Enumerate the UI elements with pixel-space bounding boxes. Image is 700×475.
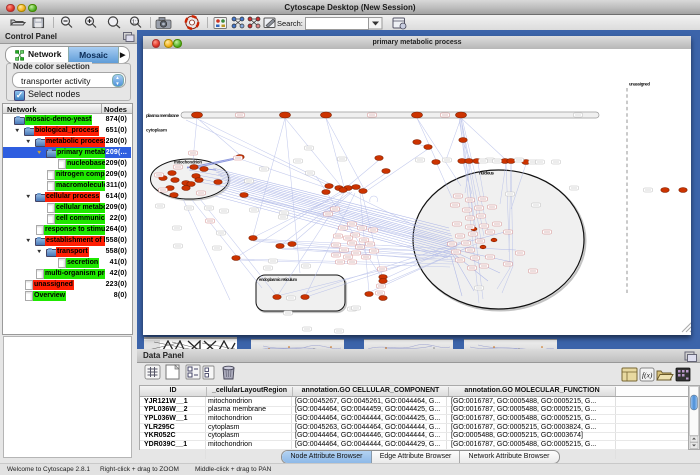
svg-text:cytoplasm: cytoplasm [146,128,167,133]
svg-text:plasma membrane: plasma membrane [146,113,179,118]
svg-text:nucleus: nucleus [479,171,494,176]
svg-text:f(x): f(x) [642,371,653,380]
svg-text:mitochondrion: mitochondrion [174,160,202,165]
svg-text:endoplasmic reticulum: endoplasmic reticulum [259,277,297,282]
svg-text:1:1: 1:1 [132,19,140,25]
svg-text:unassigned: unassigned [629,82,650,87]
